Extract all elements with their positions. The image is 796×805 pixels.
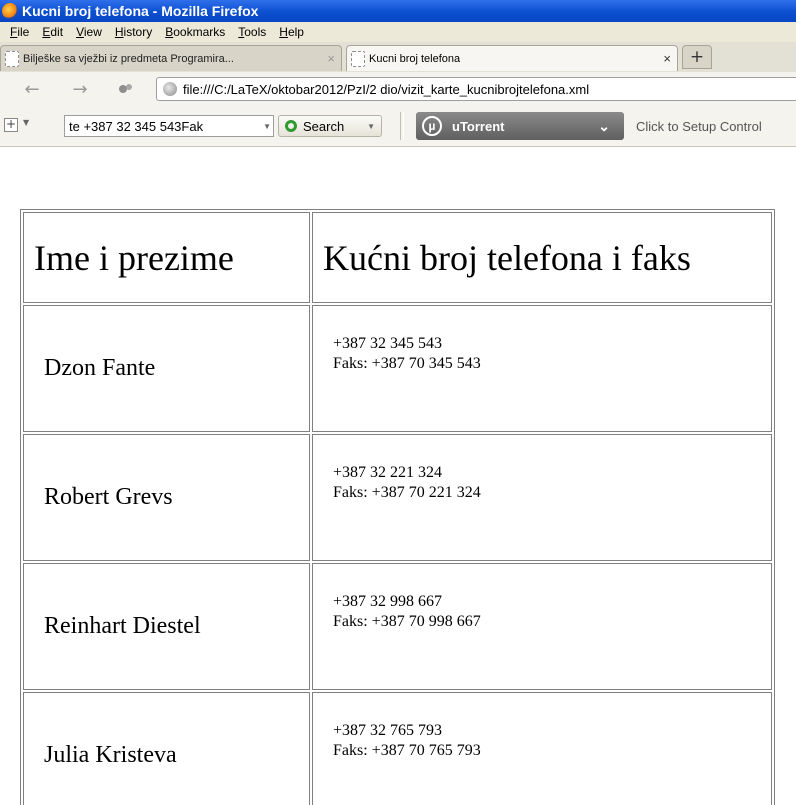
menu-help[interactable]: Help: [276, 25, 307, 39]
dropdown-arrow-icon[interactable]: ▼: [23, 118, 29, 127]
menu-tools[interactable]: Tools: [235, 25, 269, 39]
search-toolbar: + ▼ te +387 32 345 543Fak ▼ Search ▼ µ u…: [0, 106, 796, 147]
fax-number: Faks: +387 70 765 793: [333, 742, 481, 759]
window-titlebar: Kucni broj telefona - Mozilla Firefox: [0, 0, 796, 22]
navigation-bar: ← → file:///C:/LaTeX/oktobar2012/PzI/2 d…: [0, 72, 796, 106]
name-cell: Julia Kristeva: [23, 692, 310, 805]
search-button[interactable]: Search ▼: [278, 115, 382, 137]
phone-number: +387 32 221 324: [333, 464, 443, 481]
close-tab-icon[interactable]: ×: [327, 51, 335, 66]
tab-label: Kucni broj telefona: [369, 52, 461, 65]
phone-number: +387 32 765 793: [333, 722, 443, 739]
phone-cell: +387 32 345 543 Faks: +387 70 345 543: [312, 305, 772, 432]
tab-label: Bilješke sa vježbi iz predmeta Programir…: [23, 52, 234, 65]
table-row: Dzon Fante +387 32 345 543 Faks: +387 70…: [23, 305, 772, 432]
column-header: Ime i prezime: [23, 212, 310, 303]
setup-control-link[interactable]: Click to Setup Control: [636, 119, 762, 134]
puzzle-icon: [119, 84, 132, 93]
name-cell: Dzon Fante: [23, 305, 310, 432]
firefox-logo-icon: [2, 3, 18, 19]
dropdown-arrow-icon[interactable]: ▼: [367, 122, 381, 131]
fax-number: Faks: +387 70 998 667: [333, 613, 481, 630]
name-cell: Robert Grevs: [23, 434, 310, 561]
phone-number: +387 32 998 667: [333, 593, 443, 610]
fax-number: Faks: +387 70 221 324: [333, 484, 481, 501]
table-header-row: Ime i prezime Kućni broj telefona i faks: [23, 212, 772, 303]
page-content: Ime i prezime Kućni broj telefona i faks…: [0, 147, 796, 805]
table-row: Robert Grevs +387 32 221 324 Faks: +387 …: [23, 434, 772, 561]
name-cell: Reinhart Diestel: [23, 563, 310, 690]
column-header: Kućni broj telefona i faks: [312, 212, 772, 303]
utorrent-label: uTorrent: [452, 118, 505, 134]
table-row: Julia Kristeva +387 32 765 793 Faks: +38…: [23, 692, 772, 805]
dropdown-arrow-icon[interactable]: ▼: [263, 122, 273, 131]
site-identity-icon[interactable]: [112, 75, 140, 103]
new-tab-button[interactable]: +: [682, 45, 712, 69]
phone-cell: +387 32 998 667 Faks: +387 70 998 667: [312, 563, 772, 690]
contacts-table: Ime i prezime Kućni broj telefona i faks…: [20, 209, 775, 805]
chevron-down-icon[interactable]: ⌄: [598, 118, 610, 135]
phone-cell: +387 32 765 793 Faks: +387 70 765 793: [312, 692, 772, 805]
table-row: Reinhart Diestel +387 32 998 667 Faks: +…: [23, 563, 772, 690]
utorrent-logo-icon: µ: [422, 116, 442, 136]
search-button-label: Search: [303, 118, 345, 134]
search-input[interactable]: te +387 32 345 543Fak ▼: [64, 115, 274, 137]
phone-number: +387 32 345 543: [333, 335, 443, 352]
page-icon: [5, 50, 19, 67]
url-bar[interactable]: file:///C:/LaTeX/oktobar2012/PzI/2 dio/v…: [156, 77, 796, 101]
menu-bar: File Edit View History Bookmarks Tools H…: [0, 22, 796, 42]
page-icon: [351, 50, 365, 67]
menu-edit[interactable]: Edit: [39, 25, 66, 39]
close-tab-icon[interactable]: ×: [663, 51, 671, 66]
fax-number: Faks: +387 70 345 543: [333, 355, 481, 372]
window-title: Kucni broj telefona - Mozilla Firefox: [22, 3, 259, 19]
menu-file[interactable]: File: [7, 25, 32, 39]
tab-kucni-broj[interactable]: Kucni broj telefona ×: [346, 45, 678, 71]
phone-cell: +387 32 221 324 Faks: +387 70 221 324: [312, 434, 772, 561]
globe-icon: [163, 82, 177, 96]
menu-view[interactable]: View: [73, 25, 105, 39]
search-icon: [285, 120, 297, 132]
add-engine-icon[interactable]: +: [4, 118, 18, 132]
forward-arrow-icon[interactable]: →: [66, 75, 94, 103]
back-arrow-icon[interactable]: ←: [18, 75, 46, 103]
search-value: te +387 32 345 543Fak: [69, 118, 204, 134]
url-text: file:///C:/LaTeX/oktobar2012/PzI/2 dio/v…: [183, 81, 590, 97]
tab-biljeske[interactable]: Bilješke sa vježbi iz predmeta Programir…: [0, 45, 342, 71]
menu-bookmarks[interactable]: Bookmarks: [162, 25, 228, 39]
toolbar-separator: [400, 112, 404, 140]
utorrent-button[interactable]: µ uTorrent ⌄: [416, 112, 624, 140]
menu-history[interactable]: History: [112, 25, 155, 39]
